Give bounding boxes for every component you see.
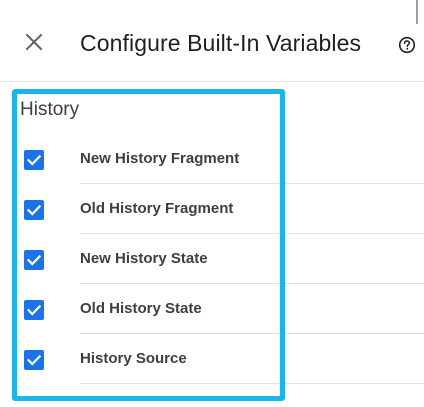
list-item[interactable]: New History Fragment (0, 134, 424, 184)
variable-list: New History Fragment Old History Fragment… (0, 134, 424, 384)
variable-label: Old History Fragment (80, 200, 234, 217)
list-item[interactable]: History Source (0, 334, 424, 384)
close-icon[interactable] (22, 30, 46, 54)
check-icon (26, 354, 42, 366)
configure-variables-panel: Configure Built-In Variables History New… (0, 0, 424, 407)
list-item[interactable]: Old History State (0, 284, 424, 334)
checkbox[interactable] (24, 200, 44, 220)
page-title: Configure Built-In Variables (80, 30, 362, 56)
section-title: History (20, 99, 80, 120)
check-icon (26, 154, 42, 166)
check-icon (26, 254, 42, 266)
list-item[interactable]: New History State (0, 234, 424, 284)
checkbox[interactable] (24, 300, 44, 320)
divider (80, 383, 424, 384)
scroll-edge (416, 0, 418, 24)
variable-label: Old History State (80, 300, 202, 317)
checkbox[interactable] (24, 150, 44, 170)
variable-label: New History State (80, 250, 208, 267)
check-icon (26, 304, 42, 316)
variable-label: History Source (80, 350, 187, 367)
variable-label: New History Fragment (80, 150, 240, 167)
panel-header: Configure Built-In Variables (0, 0, 424, 82)
checkbox[interactable] (24, 350, 44, 370)
list-item[interactable]: Old History Fragment (0, 184, 424, 234)
help-circle-icon[interactable] (398, 36, 416, 54)
checkbox[interactable] (24, 250, 44, 270)
history-section: History New History Fragment Old History … (0, 83, 424, 407)
check-icon (26, 204, 42, 216)
